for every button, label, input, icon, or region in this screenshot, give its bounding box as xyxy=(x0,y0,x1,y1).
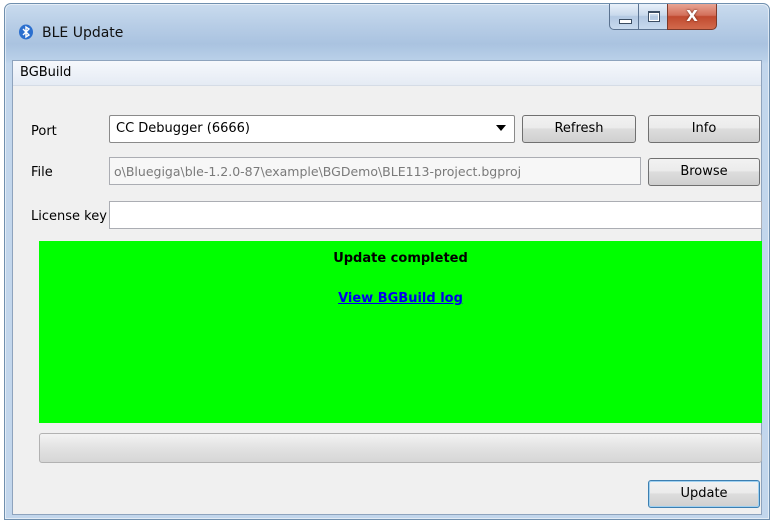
title-bar[interactable]: BLE Update X xyxy=(5,4,769,60)
port-label: Port xyxy=(31,124,57,139)
close-button[interactable]: X xyxy=(667,4,717,30)
bluetooth-icon xyxy=(19,24,33,40)
file-path-field[interactable]: o\Bluegiga\ble-1.2.0-87\example\BGDemo\B… xyxy=(109,157,641,185)
port-select[interactable]: CC Debugger (6666) xyxy=(109,115,515,143)
maximize-button[interactable] xyxy=(638,4,668,30)
file-label: File xyxy=(31,165,53,180)
info-button[interactable]: Info xyxy=(648,115,760,143)
status-message: Update completed xyxy=(333,251,468,266)
license-key-label: License key xyxy=(31,209,107,224)
client-area: BGBuild Port CC Debugger (6666) Refresh … xyxy=(12,60,762,515)
menu-bar: BGBuild xyxy=(13,61,761,86)
file-path-value: o\Bluegiga\ble-1.2.0-87\example\BGDemo\B… xyxy=(114,164,522,179)
status-panel: Update completed View BGBuild log xyxy=(39,241,762,423)
app-window: BLE Update X BGBuild Port CC Debugger (6… xyxy=(4,3,770,520)
minimize-icon xyxy=(619,19,632,24)
menu-bgbuild[interactable]: BGBuild xyxy=(20,65,71,80)
window-title: BLE Update xyxy=(42,25,124,41)
view-log-link[interactable]: View BGBuild log xyxy=(39,291,762,306)
license-key-input[interactable] xyxy=(109,201,762,229)
update-button[interactable]: Update xyxy=(648,480,760,508)
minimize-button[interactable] xyxy=(609,4,639,30)
chevron-down-icon xyxy=(496,125,506,131)
refresh-button[interactable]: Refresh xyxy=(522,115,636,143)
port-select-value: CC Debugger (6666) xyxy=(116,121,250,136)
browse-button[interactable]: Browse xyxy=(648,158,760,186)
close-icon: X xyxy=(686,7,698,25)
progress-bar xyxy=(39,433,762,463)
maximize-icon xyxy=(648,11,660,22)
